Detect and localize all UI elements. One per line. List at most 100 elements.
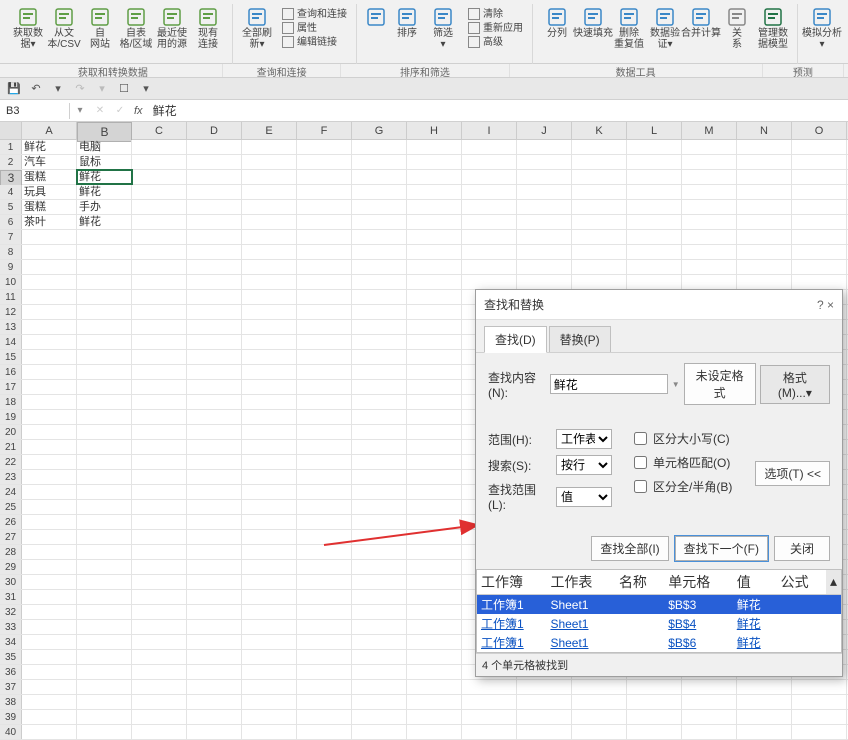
cell-B6[interactable]: 鲜花 [77,215,132,229]
cell-G28[interactable] [352,545,407,559]
cell-F21[interactable] [297,440,352,454]
cell-N8[interactable] [737,245,792,259]
cell-F11[interactable] [297,290,352,304]
cell-K5[interactable] [572,200,627,214]
cell-C37[interactable] [132,680,187,694]
cell-B36[interactable] [77,665,132,679]
cell-A33[interactable] [22,620,77,634]
cell-C11[interactable] [132,290,187,304]
row-header-14[interactable]: 14 [0,335,22,349]
cell-C3[interactable] [132,170,187,184]
cell-F25[interactable] [297,500,352,514]
cell-H3[interactable] [407,170,462,184]
cell-H1[interactable] [407,140,462,154]
cell-M1[interactable] [682,140,737,154]
cell-N37[interactable] [737,680,792,694]
col-value[interactable]: 值 [733,570,777,595]
cell-G33[interactable] [352,620,407,634]
cell-G14[interactable] [352,335,407,349]
cell-O10[interactable] [792,275,847,289]
cell-C40[interactable] [132,725,187,739]
row-header-30[interactable]: 30 [0,575,22,589]
enter-icon[interactable]: ✓ [110,105,130,116]
cell-G26[interactable] [352,515,407,529]
cell-E7[interactable] [242,230,297,244]
col-header-F[interactable]: F [297,122,352,139]
cell-J3[interactable] [517,170,572,184]
dropdown-icon[interactable]: ▾ [94,81,110,97]
cell-E38[interactable] [242,695,297,709]
cell-E6[interactable] [242,215,297,229]
cell-F12[interactable] [297,305,352,319]
cell-A10[interactable] [22,275,77,289]
cell-D36[interactable] [187,665,242,679]
cell-C33[interactable] [132,620,187,634]
row-header-9[interactable]: 9 [0,260,22,274]
row-header-10[interactable]: 10 [0,275,22,289]
row-header-6[interactable]: 6 [0,215,22,229]
cell-E14[interactable] [242,335,297,349]
cell-H37[interactable] [407,680,462,694]
select-all-corner[interactable] [0,122,22,139]
cell-G1[interactable] [352,140,407,154]
cell-L1[interactable] [627,140,682,154]
within-select[interactable]: 工作表 [556,429,612,449]
cell-E40[interactable] [242,725,297,739]
cell-J5[interactable] [517,200,572,214]
cell-G38[interactable] [352,695,407,709]
help-button[interactable]: ? [817,298,824,312]
cell-I39[interactable] [462,710,517,724]
cell-C16[interactable] [132,365,187,379]
row-header-17[interactable]: 17 [0,380,22,394]
cell-B10[interactable] [77,275,132,289]
cell-E3[interactable] [242,170,297,184]
cell-L5[interactable] [627,200,682,214]
cell-K1[interactable] [572,140,627,154]
row-header-13[interactable]: 13 [0,320,22,334]
cell-F4[interactable] [297,185,352,199]
cell-A39[interactable] [22,710,77,724]
cell-G19[interactable] [352,410,407,424]
cell-E34[interactable] [242,635,297,649]
cell-E28[interactable] [242,545,297,559]
cell-A1[interactable]: 鲜花 [22,140,77,154]
cell-F22[interactable] [297,455,352,469]
cell-C25[interactable] [132,500,187,514]
cell-E15[interactable] [242,350,297,364]
row-header-29[interactable]: 29 [0,560,22,574]
queries-button[interactable]: 查询和连接 [279,7,350,21]
cell-I38[interactable] [462,695,517,709]
cell-H11[interactable] [407,290,462,304]
cell-L6[interactable] [627,215,682,229]
cell-B13[interactable] [77,320,132,334]
cell-H28[interactable] [407,545,462,559]
cell-C23[interactable] [132,470,187,484]
close-icon[interactable]: × [827,298,834,312]
row-header-40[interactable]: 40 [0,725,22,739]
cell-O37[interactable] [792,680,847,694]
cell-J4[interactable] [517,185,572,199]
namebox-dropdown[interactable]: ▾ [70,105,90,116]
cell-H36[interactable] [407,665,462,679]
cell-H26[interactable] [407,515,462,529]
cell-H6[interactable] [407,215,462,229]
row-header-20[interactable]: 20 [0,425,22,439]
result-link[interactable]: 鲜花 [737,636,761,650]
cell-H18[interactable] [407,395,462,409]
cell-M38[interactable] [682,695,737,709]
cell-C34[interactable] [132,635,187,649]
result-link[interactable]: $B$4 [668,617,696,631]
options-button[interactable]: 选项(T) << [755,461,830,486]
cell-D3[interactable] [187,170,242,184]
cell-G18[interactable] [352,395,407,409]
cell-E20[interactable] [242,425,297,439]
cell-F6[interactable] [297,215,352,229]
cell-H9[interactable] [407,260,462,274]
cell-D28[interactable] [187,545,242,559]
cell-B24[interactable] [77,485,132,499]
cell-H23[interactable] [407,470,462,484]
cell-G9[interactable] [352,260,407,274]
cell-H2[interactable] [407,155,462,169]
cell-C28[interactable] [132,545,187,559]
result-link[interactable]: $B$6 [668,636,696,650]
